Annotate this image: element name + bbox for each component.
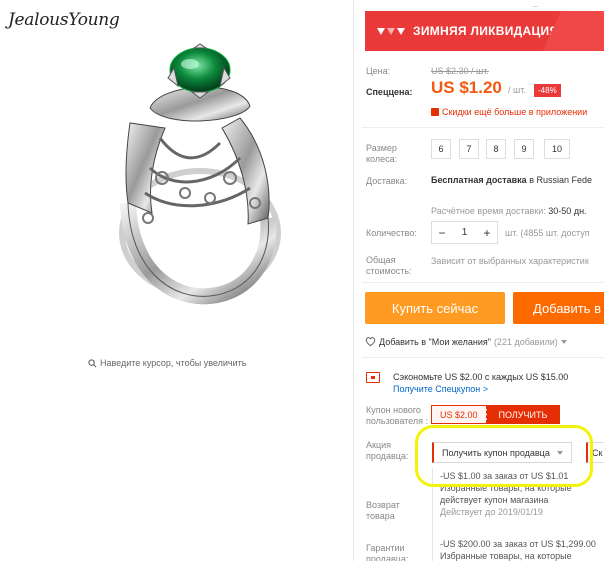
product-detail-panel: ... ЗИМНЯЯ ЛИКВИДАЦИЯ Цена: US $2.30 / ш… — [362, 0, 604, 561]
sale-price: US $1.20 — [431, 78, 502, 97]
offer-1-title: -US $1.00 за заказ от US $1.01 — [440, 471, 569, 481]
add-to-cart-button[interactable]: Добавить в — [513, 292, 604, 324]
delivery-time-label: Расчётное время доставки: — [431, 206, 546, 216]
shipping-destination: в Russian Fede — [526, 175, 592, 185]
get-special-coupon-link[interactable]: Получите Спецкупон > — [393, 384, 488, 394]
app-discount-link[interactable]: Скидки ещё больше в приложении — [431, 107, 587, 117]
offer-divider — [432, 468, 433, 561]
seller-promo-label: Акция продавца: — [366, 440, 409, 461]
size-option-8[interactable]: 8 — [486, 139, 506, 159]
new-user-coupon: US $2.00 ПОЛУЧИТЬ — [431, 405, 561, 424]
old-price: US $2.30 / шт. — [431, 66, 489, 76]
chevron-down-icon — [557, 451, 563, 455]
buy-now-button[interactable]: Купить сейчас — [365, 292, 505, 324]
delivery-time-value: 30-50 дн. — [545, 206, 587, 216]
app-discount-text: Скидки ещё больше в приложении — [442, 107, 588, 117]
brand-logo: JealousYoung — [8, 10, 120, 30]
shipping-method[interactable]: Бесплатная доставка в Russian Fede — [431, 175, 592, 185]
zoom-hint: Наведите курсор, чтобы увеличить — [88, 358, 246, 368]
new-user-coupon-label: Купон нового пользователя : — [366, 405, 428, 426]
cut-off-header-text: ... — [532, 0, 539, 9]
divider — [362, 127, 604, 128]
chevron-down-icon — [560, 339, 567, 344]
coupon-amount: US $2.00 — [432, 406, 487, 423]
offer-1: -US $1.00 за заказ от US $1.01 Избранные… — [440, 470, 600, 518]
seller-coupon-select-2[interactable]: Ск — [586, 442, 604, 463]
quantity-decrease-button[interactable]: − — [436, 226, 448, 240]
offer-2-desc: Избранные товары, на которые — [440, 551, 572, 561]
price-unit: / шт. — [508, 85, 526, 95]
size-option-10[interactable]: 10 — [544, 139, 570, 159]
offer-1-desc: Избранные товары, на которые действует к… — [440, 483, 572, 505]
panel-divider — [353, 0, 354, 561]
divider — [362, 282, 604, 283]
free-shipping-text: Бесплатная доставка — [431, 175, 527, 185]
get-coupon-button[interactable]: ПОЛУЧИТЬ — [486, 406, 560, 423]
heart-icon — [365, 337, 376, 347]
product-image-panel: JealousYoung Наведите курсор, чтобы увел… — [0, 0, 352, 561]
total-label: Общая стоимость: — [366, 255, 412, 276]
quantity-stepper: − 1 + — [431, 221, 498, 244]
wishlist-count: (221 добавили) — [493, 336, 558, 347]
delivery-time: Расчётное время доставки: 30-50 дн. — [431, 206, 587, 216]
search-icon — [88, 358, 97, 367]
wishlist-text: Добавить в "Мои желания" — [379, 336, 491, 347]
product-image[interactable] — [90, 28, 310, 318]
size-option-7[interactable]: 7 — [459, 139, 479, 159]
price-tag-icon — [431, 108, 439, 116]
discount-badge: -48% — [534, 84, 561, 97]
save-coupon-text: Сэкономьте US $2.00 с каждых US $15.00 — [393, 372, 569, 382]
size-option-6[interactable]: 6 — [431, 139, 451, 159]
return-label: Возврат товара — [366, 500, 400, 521]
seller-coupon-select-value: Получить купон продавца — [442, 447, 550, 458]
winter-sale-banner: ЗИМНЯЯ ЛИКВИДАЦИЯ — [365, 11, 604, 51]
coupon-icon — [366, 372, 380, 383]
quantity-increase-button[interactable]: + — [481, 226, 493, 240]
offer-2-title: -US $200.00 за заказ от US $1,299.00 — [440, 539, 596, 549]
sale-price-label: Спеццена: — [366, 87, 413, 97]
shipping-label: Доставка: — [366, 176, 408, 186]
zoom-hint-text: Наведите курсор, чтобы увеличить — [100, 358, 247, 368]
price-label: Цена: — [366, 66, 391, 76]
ring-illustration — [119, 43, 281, 305]
offer-1-date: Действует до 2019/01/19 — [440, 507, 543, 517]
quantity-input[interactable]: 1 — [462, 227, 468, 238]
divider — [362, 357, 604, 358]
promo-title: ЗИМНЯЯ ЛИКВИДАЦИЯ — [413, 24, 559, 38]
quantity-label: Количество: — [366, 228, 417, 238]
offer-2: -US $200.00 за заказ от US $1,299.00 Изб… — [440, 538, 600, 561]
size-label: Размер колеса: — [366, 143, 398, 164]
stock-available: шт. (4855 шт. доступ — [505, 228, 590, 238]
guarantee-label: Гарантии продавца: — [366, 543, 409, 561]
total-value: Зависит от выбранных характеристик — [431, 256, 589, 266]
wishlist-button[interactable]: Добавить в "Мои желания" (221 добавили) — [365, 336, 567, 347]
size-option-9[interactable]: 9 — [514, 139, 534, 159]
seller-coupon-select[interactable]: Получить купон продавца — [432, 442, 572, 463]
arrow-icon — [377, 27, 405, 35]
